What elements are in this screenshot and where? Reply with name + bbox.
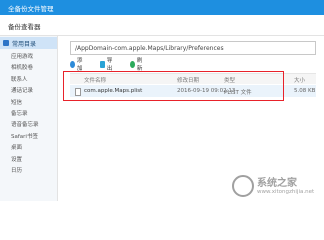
watermark-logo-icon [232,175,254,197]
file-size: 5.08 KB [294,88,316,94]
sidebar: 常用目录 应用游戏 相机胶卷 联系人 通话记录 短信 备忘录 语音备忘录 Saf… [0,36,58,201]
sidebar-item-camera-roll[interactable]: 相机胶卷 [0,63,57,74]
window-title: 全备份文件管理 [8,5,54,13]
path-value: /AppDomain-com.apple.Maps/Library/Prefer… [75,45,224,52]
sidebar-section-label: 常用目录 [12,41,37,48]
add-icon [70,60,75,68]
sidebar-item-notes[interactable]: 备忘录 [0,109,57,120]
watermark-text: 系统之家 [257,178,297,189]
sidebar-item-safari-bookmarks[interactable]: Safari书签 [0,132,57,143]
refresh-icon [130,60,135,68]
path-input[interactable]: /AppDomain-com.apple.Maps/Library/Prefer… [70,41,316,55]
app-header: 备份查看器 [0,15,324,36]
refresh-button[interactable]: 刷新 [130,58,145,72]
export-button[interactable]: 导出 [100,58,115,72]
sidebar-item-calendar[interactable]: 日历 [0,166,57,177]
add-label: 添加 [76,58,83,72]
sidebar-section-common[interactable]: 常用目录 [0,37,57,49]
folder-icon [3,40,9,46]
sidebar-item-desktop[interactable]: 桌面 [0,143,57,154]
sidebar-item-settings[interactable]: 设置 [0,155,57,166]
refresh-label: 刷新 [136,58,143,72]
sidebar-item-sms[interactable]: 短信 [0,98,57,109]
annotation-highlight-box [63,71,284,101]
sidebar-item-call-log[interactable]: 通话记录 [0,86,57,97]
add-button[interactable]: 添加 [70,58,85,72]
app-title: 备份查看器 [8,23,41,31]
window-titlebar: 全备份文件管理 [0,0,324,15]
column-header-size[interactable]: 大小 [294,76,305,84]
sidebar-item-apps[interactable]: 应用游戏 [0,52,57,63]
watermark: 系统之家 www.xitongzhijia.net [232,172,324,201]
export-icon [100,60,105,68]
sidebar-list: 应用游戏 相机胶卷 联系人 通话记录 短信 备忘录 语音备忘录 Safari书签… [0,52,57,177]
sidebar-item-contacts[interactable]: 联系人 [0,75,57,86]
export-label: 导出 [106,58,113,72]
watermark-url: www.xitongzhijia.net [257,189,315,195]
sidebar-item-voice-memos[interactable]: 语音备忘录 [0,120,57,131]
